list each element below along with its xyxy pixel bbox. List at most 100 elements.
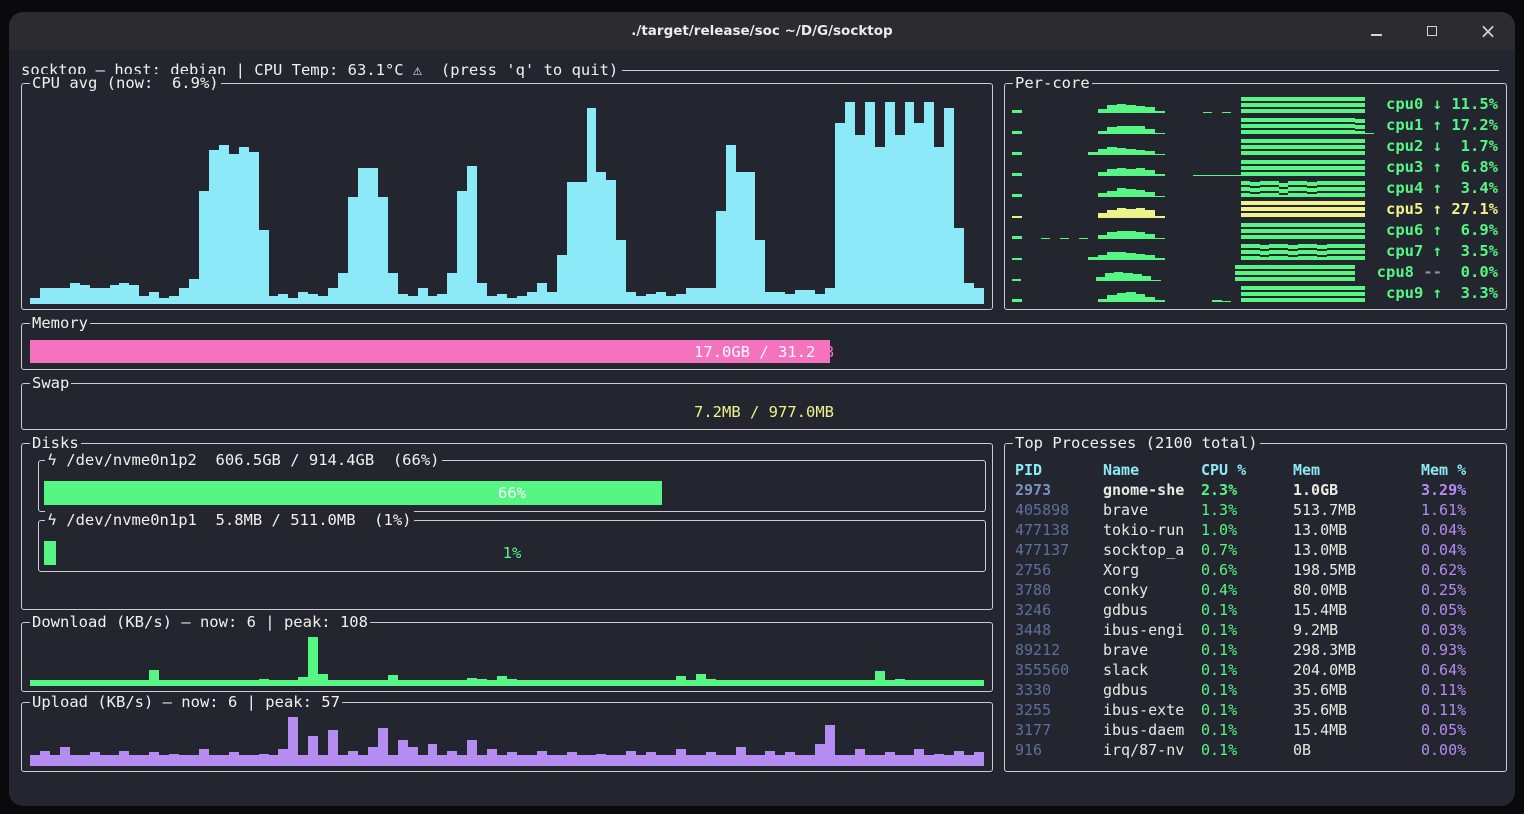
chart-bar — [418, 288, 428, 304]
process-row: 916irq/87-nv0.1%0B0.00% — [1015, 740, 1501, 760]
core-name: cpu5 — [1386, 201, 1433, 218]
process-cell-pid: 477138 — [1015, 521, 1103, 539]
core-usage-value: 3.4% — [1442, 180, 1498, 197]
process-row: 3330gdbus0.1%35.6MB0.11% — [1015, 680, 1501, 700]
chart-bar — [318, 674, 328, 683]
app-header: socktop — host: debian | CPU Temp: 63.1°… — [21, 61, 1499, 79]
chart-bar — [845, 755, 855, 766]
spark-bar — [1298, 139, 1308, 155]
chart-bar — [606, 180, 616, 304]
maximize-button[interactable] — [1423, 22, 1441, 40]
process-cell-pid: 355560 — [1015, 661, 1103, 679]
spark-bar — [1290, 265, 1299, 281]
spark-bar — [1355, 160, 1365, 176]
spark-bar — [1012, 279, 1021, 281]
disk-item-nvme0n1p1: ϟ/dev/nvme0n1p1 5.8MB / 511.0MB (1%) 1% — [38, 520, 986, 572]
col-pid: PID — [1015, 461, 1103, 479]
chart-bar — [547, 292, 557, 304]
chart-bar — [497, 755, 507, 766]
chart-bar — [855, 749, 865, 766]
trend-up-icon: ↑ — [1433, 159, 1442, 176]
spark-bar — [1346, 201, 1356, 218]
spark-bar — [1126, 253, 1136, 260]
chart-bar — [636, 296, 646, 304]
spark-bar — [1288, 118, 1298, 134]
spark-bar — [1133, 274, 1142, 281]
chart-bar — [944, 755, 954, 766]
process-cell-name: gnome-she — [1103, 481, 1201, 499]
chart-bar — [189, 755, 199, 766]
chart-bar — [865, 755, 875, 766]
spark-bar — [1107, 191, 1117, 197]
process-cell-name: brave — [1103, 501, 1201, 519]
minimize-button[interactable] — [1367, 22, 1385, 40]
chart-bar — [616, 240, 626, 304]
spark-bar — [1231, 175, 1241, 176]
top-processes-title: Top Processes (2100 total) — [1013, 434, 1260, 453]
spark-bar — [1155, 111, 1165, 113]
chart-bar — [537, 283, 547, 304]
process-cell-pid: 3255 — [1015, 701, 1103, 719]
core-row: cpu6 ↑6.9% — [1012, 222, 1498, 239]
chart-bar — [209, 755, 219, 766]
spark-bar — [1241, 286, 1251, 302]
spark-bar — [1336, 139, 1346, 155]
chart-bar — [676, 749, 686, 766]
chart-bar — [338, 755, 348, 766]
spark-bar — [1355, 119, 1365, 134]
spark-bar — [1279, 139, 1289, 155]
chart-bar — [726, 145, 736, 304]
process-row: 405898brave1.3%513.7MB1.61% — [1015, 500, 1501, 520]
spark-bar — [1279, 183, 1289, 197]
core-sparkline — [1012, 117, 1374, 134]
core-sparkline — [1012, 138, 1374, 155]
chart-bar — [567, 752, 577, 766]
header-rule — [622, 70, 1499, 71]
spark-bar — [1244, 265, 1253, 281]
col-memp: Mem % — [1421, 461, 1501, 479]
spark-bar — [1136, 190, 1146, 197]
chart-bar — [70, 755, 80, 766]
spark-bar — [1136, 294, 1146, 302]
spark-bar — [1307, 97, 1317, 113]
chart-bar — [815, 294, 825, 304]
chart-bar — [318, 296, 328, 304]
core-sparkline — [1012, 180, 1374, 197]
spark-bar — [1117, 188, 1127, 197]
chart-bar — [199, 749, 209, 766]
chart-bar — [974, 288, 984, 304]
download-baseline — [30, 683, 984, 686]
window-titlebar[interactable]: ./target/release/soc ~/D/G/socktop × — [9, 12, 1515, 50]
spark-bar — [1269, 181, 1279, 197]
chart-bar — [895, 755, 905, 766]
spark-bar — [1279, 201, 1289, 218]
spark-bar — [1327, 201, 1337, 218]
disk-item-label: /dev/nvme0n1p1 5.8MB / 511.0MB (1%) — [66, 511, 411, 530]
chart-bar — [477, 283, 487, 304]
chart-bar — [845, 102, 855, 304]
chart-bar — [905, 755, 915, 766]
terminal-window: ./target/release/soc ~/D/G/socktop × soc… — [9, 12, 1515, 806]
spark-bar — [1307, 244, 1317, 260]
chart-bar — [388, 755, 398, 766]
chart-bar — [199, 191, 209, 304]
spark-bar — [1107, 169, 1117, 176]
spark-bar — [1260, 160, 1270, 176]
chart-bar — [746, 172, 756, 304]
core-sparkline — [1012, 222, 1374, 239]
spark-bar — [1298, 244, 1308, 260]
terminal-screen[interactable]: socktop — host: debian | CPU Temp: 63.1°… — [9, 50, 1515, 806]
disk-gauge-label: 1% — [44, 541, 980, 565]
spark-bar — [1346, 118, 1356, 134]
chart-bar — [398, 294, 408, 304]
chart-bar — [288, 298, 298, 304]
spark-bar — [1346, 181, 1356, 197]
close-button[interactable]: × — [1479, 22, 1497, 40]
spark-bar — [1250, 286, 1260, 302]
disk-icon: ϟ — [47, 511, 57, 530]
disk-item-label: /dev/nvme0n1p2 606.5GB / 914.4GB (66%) — [66, 451, 439, 470]
spark-bar — [1281, 265, 1290, 281]
trend-up-icon: ↑ — [1433, 180, 1442, 197]
chart-bar — [686, 288, 696, 304]
chart-bar — [368, 168, 378, 304]
